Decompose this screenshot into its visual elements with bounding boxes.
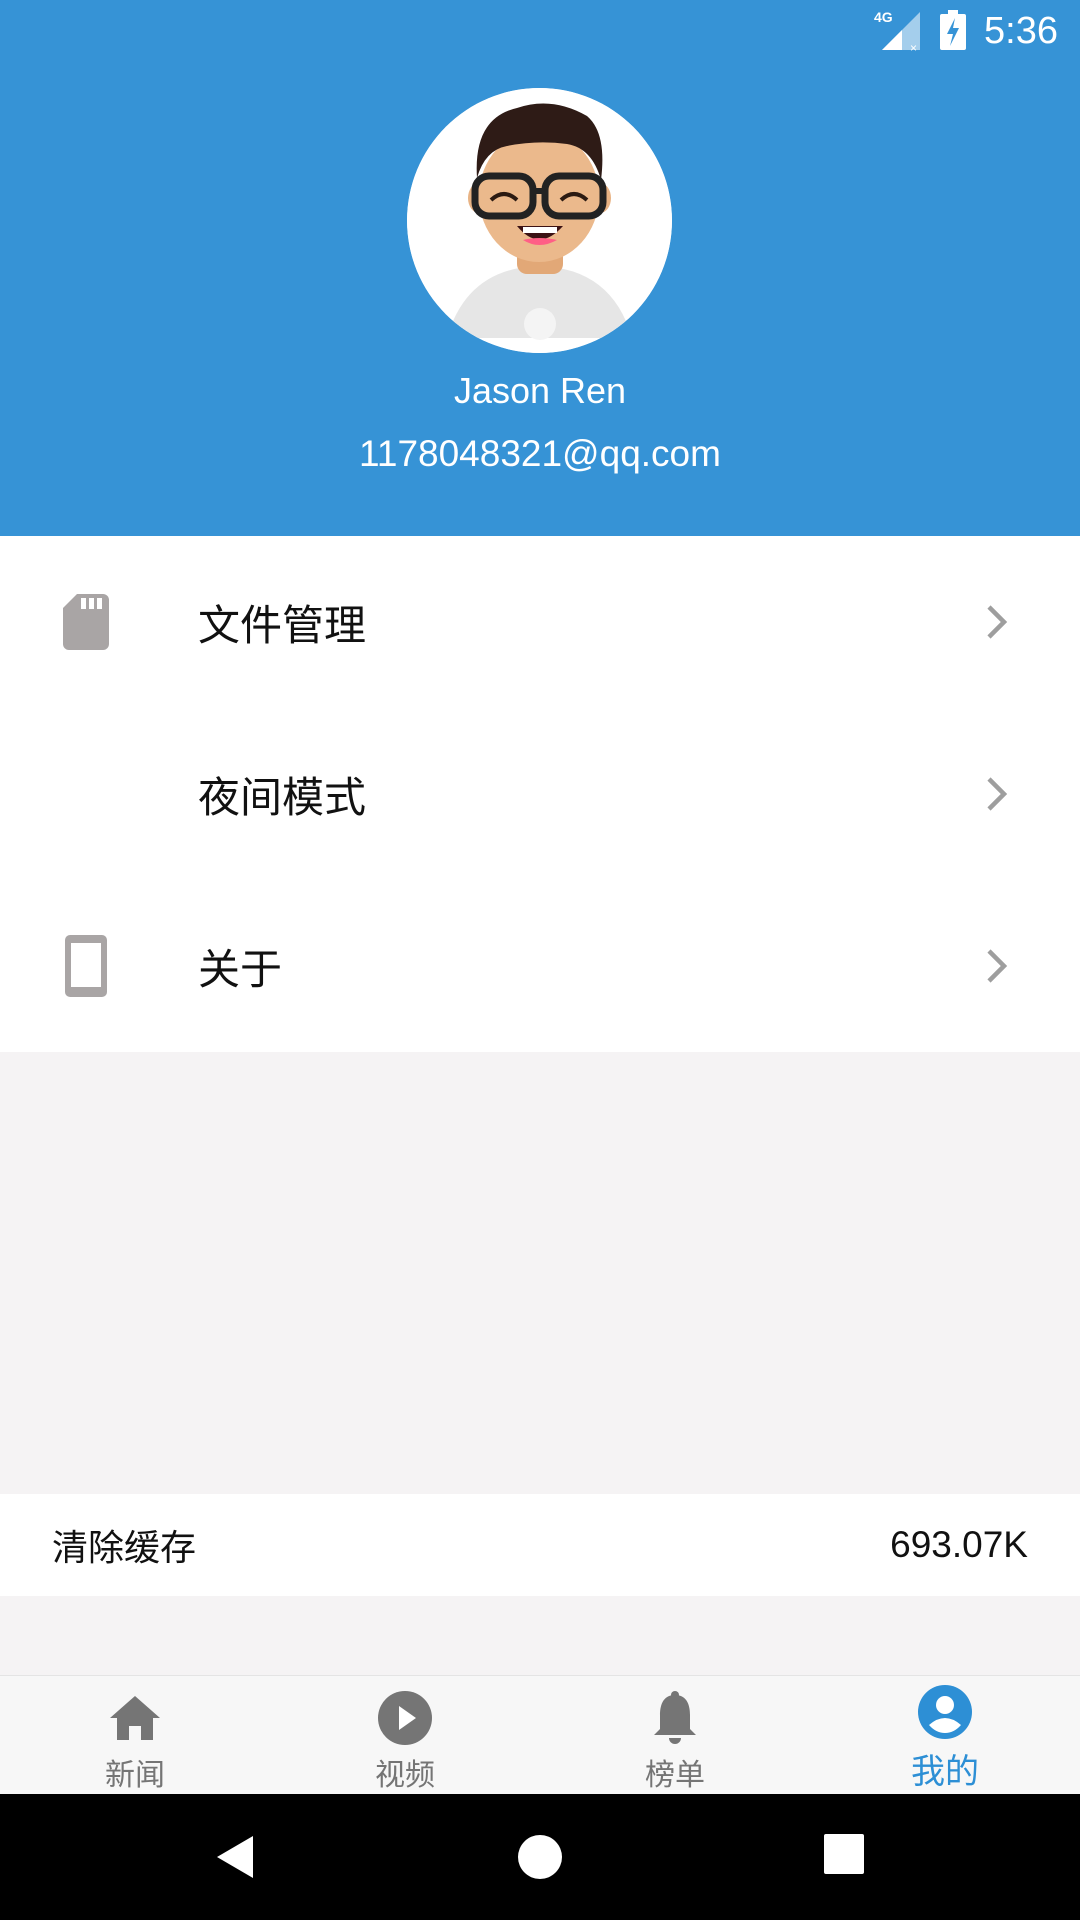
clear-cache-label: 清除缓存 bbox=[52, 1528, 197, 1569]
system-nav-bar bbox=[0, 1794, 1080, 1920]
nav-tab-label: 我的 bbox=[911, 1752, 979, 1792]
menu-item-label: 夜间模式 bbox=[198, 772, 367, 822]
nav-tab-news[interactable]: 新闻 bbox=[0, 1676, 270, 1794]
nav-tab-mine[interactable]: 我的 bbox=[810, 1676, 1080, 1794]
home-circle-icon[interactable] bbox=[515, 1832, 565, 1882]
nav-tab-video[interactable]: 视频 bbox=[270, 1676, 540, 1794]
nav-tab-ranking[interactable]: 榜单 bbox=[540, 1676, 810, 1794]
nav-tab-label: 视频 bbox=[375, 1758, 435, 1793]
svg-text:×: × bbox=[910, 41, 917, 52]
cache-size-value: 693.07K bbox=[890, 1524, 1028, 1565]
menu-item-label: 关于 bbox=[198, 944, 283, 994]
chevron-right-icon bbox=[984, 774, 1010, 814]
user-name: Jason Ren bbox=[453, 370, 627, 411]
chevron-right-icon bbox=[984, 602, 1010, 642]
menu-item-night-mode[interactable]: 夜间模式 bbox=[0, 708, 1080, 880]
avatar-illustration-icon bbox=[407, 88, 672, 353]
user-email: 1178048321@qq.com bbox=[359, 433, 721, 474]
nav-tab-label: 新闻 bbox=[105, 1758, 165, 1793]
profile-header: Jason Ren 1178048321@qq.com bbox=[0, 0, 1080, 536]
bell-icon bbox=[645, 1688, 705, 1748]
moon-icon bbox=[60, 763, 112, 825]
phone-icon bbox=[60, 935, 112, 997]
bottom-nav: 新闻 视频 榜单 我的 bbox=[0, 1675, 1080, 1794]
account-circle-icon bbox=[915, 1682, 975, 1742]
menu-item-file-management[interactable]: 文件管理 bbox=[0, 536, 1080, 708]
clear-cache-row[interactable]: 清除缓存 693.07K bbox=[0, 1494, 1080, 1596]
status-bar: 4G × 5:36 bbox=[0, 0, 1080, 63]
signal-4g-icon: 4G × bbox=[874, 8, 924, 56]
settings-menu: 文件管理 夜间模式 关于 bbox=[0, 536, 1080, 1052]
recents-icon[interactable] bbox=[822, 1832, 872, 1882]
menu-item-label: 文件管理 bbox=[198, 600, 367, 650]
status-time: 5:36 bbox=[984, 10, 1058, 52]
nav-tab-label: 榜单 bbox=[645, 1758, 705, 1793]
avatar[interactable] bbox=[407, 88, 672, 353]
network-label: 4G bbox=[874, 9, 893, 25]
back-icon[interactable] bbox=[213, 1832, 263, 1882]
sd-card-icon bbox=[60, 591, 112, 653]
home-icon bbox=[105, 1688, 165, 1748]
battery-charging-icon bbox=[940, 9, 967, 54]
menu-item-about[interactable]: 关于 bbox=[0, 880, 1080, 1052]
play-circle-icon bbox=[375, 1688, 435, 1748]
chevron-right-icon bbox=[984, 946, 1010, 986]
